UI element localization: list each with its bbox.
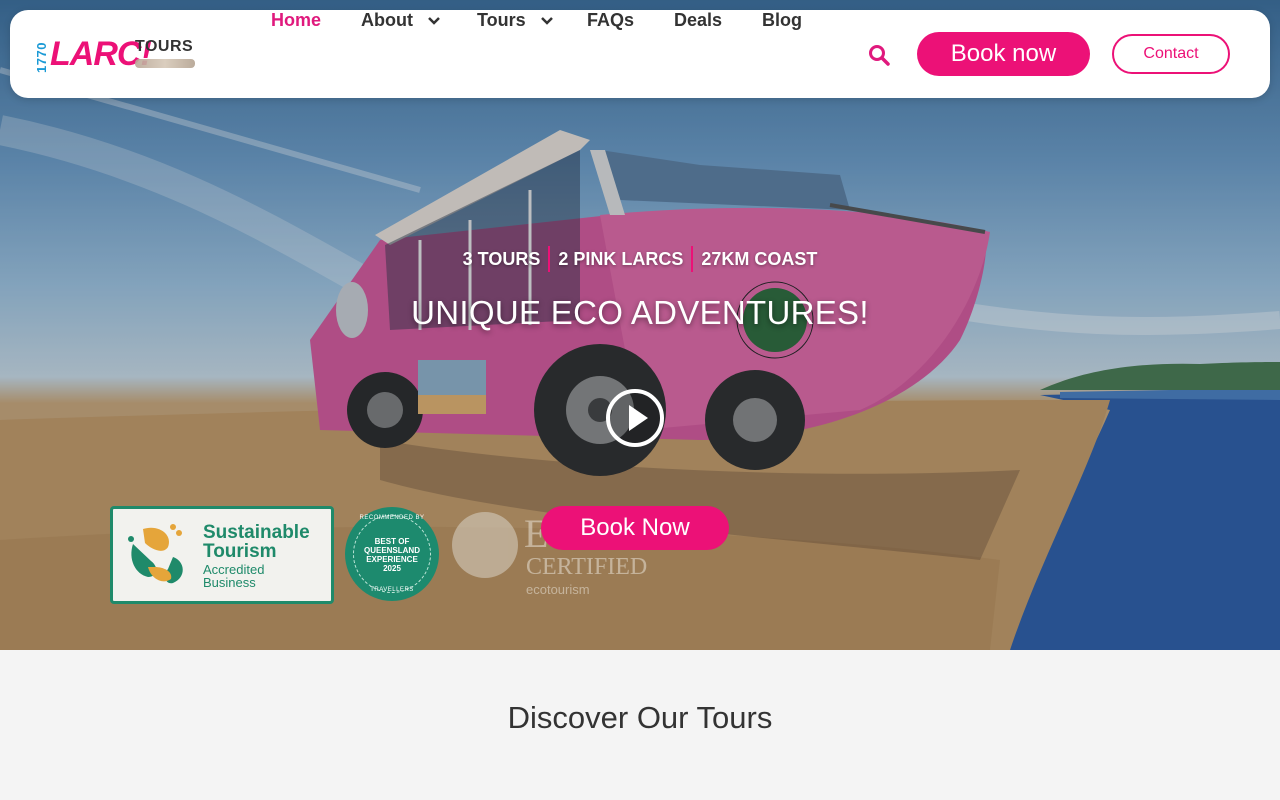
nav-label: Blog	[762, 10, 802, 30]
sustainable-badge-title: Sustainable Tourism	[203, 523, 310, 561]
badge-line: QUEENSLAND	[363, 546, 420, 555]
badge-center-text: BEST OF QUEENSLAND EXPERIENCE 2025	[345, 537, 439, 573]
nav-about[interactable]: About	[361, 10, 440, 31]
certified-text: CERTIFIED	[526, 554, 648, 580]
search-icon[interactable]	[868, 44, 890, 66]
badge-ring-top: RECOMMENDED BY	[359, 515, 425, 521]
main-navbar: 1770 LARC! TOURS Home About Tours FAQs D…	[10, 10, 1270, 98]
badge-line: EXPERIENCE	[366, 555, 418, 564]
badge-ring-bottom: TRAVELLERS	[370, 587, 414, 593]
logo-tours-text: TOURS	[135, 38, 194, 55]
ecotourism-text: ecotourism	[526, 582, 590, 597]
logo-brushstroke	[135, 59, 195, 68]
nav-label: Tours	[477, 10, 526, 30]
play-icon[interactable]	[605, 388, 665, 448]
footprints-icon	[128, 524, 183, 584]
stat-coast: 27KM COAST	[701, 248, 818, 269]
nav-home[interactable]: Home	[271, 10, 321, 31]
nav-faqs[interactable]: FAQs	[587, 10, 634, 31]
nav-label: Home	[271, 10, 322, 30]
nav-blog[interactable]: Blog	[762, 10, 802, 31]
stat-larcs: 2 PINK LARCS	[558, 248, 684, 269]
hero-book-now-button[interactable]: Book Now	[541, 506, 729, 550]
badge-line: Tourism	[203, 541, 277, 562]
sustainable-badge-subtitle: Accredited Business	[203, 563, 264, 589]
badge-line: 2025	[383, 564, 401, 573]
nav-tours[interactable]: Tours	[477, 10, 553, 31]
contact-button[interactable]: Contact	[1112, 34, 1230, 74]
nav-label: FAQs	[587, 10, 635, 30]
nav-label: Deals	[674, 10, 723, 30]
badge-line: Sustainable	[203, 522, 310, 543]
nav-label: About	[361, 10, 413, 30]
section-title: Discover Our Tours	[507, 700, 773, 735]
eco-logo-circle	[452, 512, 518, 578]
site-logo[interactable]: 1770 LARC! TOURS	[34, 35, 204, 77]
hero-headline: UNIQUE ECO ADVENTURES!	[411, 294, 869, 331]
book-now-button[interactable]: Book now	[917, 32, 1090, 76]
badge-line: BEST OF	[374, 537, 410, 546]
sustainable-tourism-badge: Sustainable Tourism Accredited Business	[110, 506, 334, 604]
nav-deals[interactable]: Deals	[674, 10, 722, 31]
hero-stats: 3 TOURS 2 PINK LARCS 27KM COAST	[0, 246, 1280, 272]
chevron-down-icon	[428, 17, 440, 26]
stat-tours: 3 TOURS	[462, 248, 541, 269]
chevron-down-icon	[540, 17, 553, 26]
logo-number-text: 1770	[34, 42, 49, 73]
best-of-queensland-badge: RECOMMENDED BY BEST OF QUEENSLAND EXPERI…	[345, 507, 439, 601]
badge-line: Business	[203, 575, 256, 590]
logo-number: 1770	[34, 39, 49, 73]
